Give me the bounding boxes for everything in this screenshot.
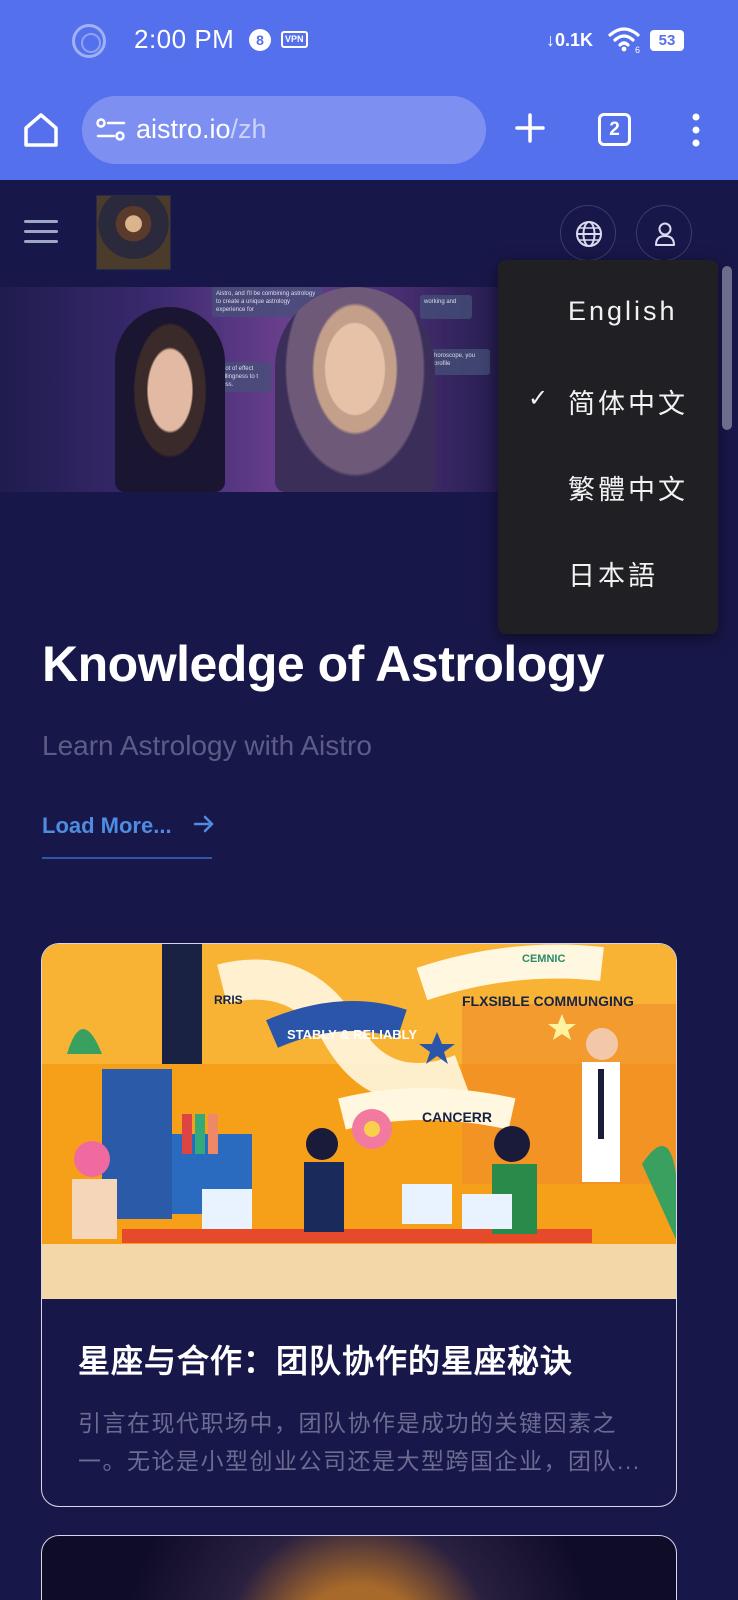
url-text[interactable]: aistro.io/zh bbox=[136, 114, 267, 145]
language-option-label: 简体中文 bbox=[568, 389, 688, 419]
battery-indicator: 53 bbox=[650, 30, 684, 51]
language-option-simplified-chinese[interactable]: ✓ 简体中文 bbox=[498, 360, 718, 440]
url-path: /zh bbox=[230, 114, 267, 144]
section-subtitle: Learn Astrology with Aistro bbox=[42, 730, 372, 761]
article-card[interactable]: STABLY & RELIABLY FLXSIBLE COMMUNGING CA… bbox=[41, 943, 677, 1507]
hero-panel-text: working and bbox=[420, 295, 472, 319]
home-icon[interactable] bbox=[22, 110, 60, 150]
hero-banner-image: Aistro, and I'll be combining astrology … bbox=[0, 287, 520, 492]
language-menu: English ✓ 简体中文 繁體中文 日本語 bbox=[498, 260, 718, 634]
check-icon: ✓ bbox=[528, 385, 552, 412]
wifi-badge: 6 bbox=[635, 45, 640, 54]
site-logo[interactable] bbox=[96, 195, 171, 270]
language-option-label: 日本語 bbox=[568, 561, 658, 591]
account-button[interactable] bbox=[636, 205, 692, 261]
hamburger-menu-icon[interactable] bbox=[24, 220, 58, 244]
url-domain: aistro.io bbox=[136, 114, 231, 144]
article-excerpt: 引言在现代职场中，团队协作是成功的关键因素之一。无论是小型创业公司还是大型跨国企… bbox=[78, 1410, 641, 1474]
arrow-right-icon bbox=[193, 815, 214, 833]
site-settings-icon[interactable] bbox=[96, 118, 126, 142]
image-caption: STABLY & RELIABLY bbox=[287, 1027, 417, 1042]
status-time: 2:00 PM bbox=[134, 24, 235, 54]
user-icon bbox=[655, 222, 675, 246]
language-option-label: 繁體中文 bbox=[568, 475, 688, 505]
load-more-link[interactable]: Load More... bbox=[42, 813, 214, 859]
hero-panel-text: horoscope, you profile bbox=[430, 349, 490, 375]
page-scrollbar[interactable] bbox=[722, 266, 732, 430]
address-bar[interactable]: aistro.io/zh bbox=[82, 96, 486, 164]
notification-badge: 8 bbox=[249, 29, 271, 51]
hero-character-male bbox=[115, 307, 225, 492]
network-speed-value: 0.1K bbox=[555, 30, 594, 50]
article-title[interactable]: 星座与合作：团队协作的星座秘诀 bbox=[78, 1336, 573, 1382]
vpn-icon: VPN bbox=[281, 31, 308, 48]
status-bar: 2:00 PM 8 VPN ↓0.1K 6 53 bbox=[0, 0, 738, 80]
image-caption: RRIS bbox=[214, 993, 243, 1007]
more-options-icon[interactable] bbox=[690, 113, 702, 147]
language-option-japanese[interactable]: 日本語 bbox=[498, 532, 718, 612]
load-more-label: Load More... bbox=[42, 813, 172, 838]
download-arrow-icon: ↓ bbox=[546, 30, 555, 50]
hero-character-female bbox=[275, 287, 435, 492]
new-tab-icon[interactable] bbox=[512, 110, 548, 146]
wifi-icon: 6 bbox=[608, 27, 640, 54]
article-card-next-image[interactable] bbox=[41, 1535, 677, 1600]
article-image: STABLY & RELIABLY FLXSIBLE COMMUNGING CA… bbox=[42, 944, 676, 1299]
language-option-traditional-chinese[interactable]: 繁體中文 bbox=[498, 446, 718, 526]
language-option-english[interactable]: English bbox=[498, 274, 718, 354]
browser-toolbar: aistro.io/zh 2 bbox=[0, 80, 738, 180]
network-speed: ↓0.1K bbox=[546, 30, 593, 51]
image-caption: CEMNIC bbox=[522, 953, 565, 965]
section-title: Knowledge of Astrology bbox=[42, 636, 605, 692]
language-option-label: English bbox=[568, 296, 678, 326]
language-button[interactable] bbox=[560, 205, 616, 261]
screen-record-icon bbox=[72, 24, 106, 58]
image-caption: FLXSIBLE COMMUNGING bbox=[462, 993, 634, 1009]
globe-icon bbox=[576, 221, 602, 247]
tab-switcher-button[interactable]: 2 bbox=[598, 113, 631, 146]
image-caption: CANCERR bbox=[422, 1109, 492, 1125]
